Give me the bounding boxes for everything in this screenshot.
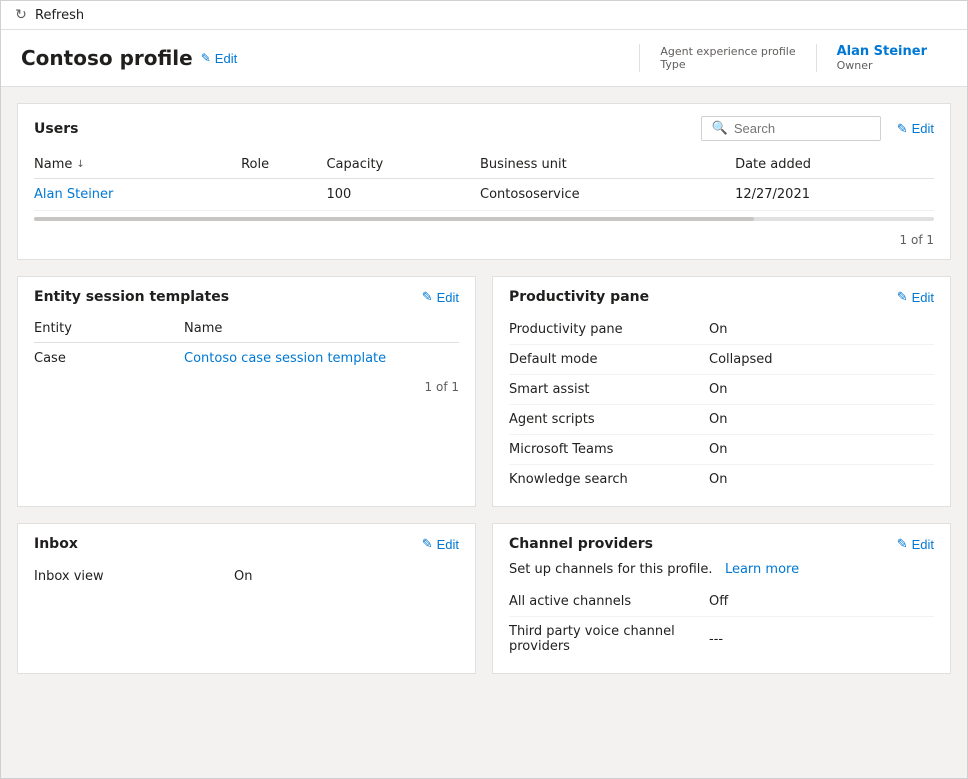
- profile-title: Contoso profile: [21, 46, 193, 70]
- inbox-header: Inbox ✎ Edit: [34, 536, 459, 552]
- user-date-added: 12/27/2021: [735, 179, 934, 211]
- channel-providers-panel: Channel providers ✎ Edit Set up channels…: [492, 523, 951, 674]
- prop-row-2: Smart assist On: [509, 375, 934, 405]
- user-capacity: 100: [326, 179, 480, 211]
- owner-label: Owner: [837, 59, 927, 72]
- scrollbar-area[interactable]: [34, 217, 934, 221]
- two-col-middle: Entity session templates ✎ Edit Entity N…: [17, 276, 951, 507]
- col-role: Role: [241, 151, 326, 179]
- entity-table: Entity Name Case Contoso case session te…: [34, 315, 459, 374]
- channel-providers-header: Channel providers ✎ Edit: [509, 536, 934, 552]
- top-bar: ↻ Refresh: [1, 1, 967, 30]
- col-date-added: Date added: [735, 151, 934, 179]
- owner-value: Alan Steiner: [837, 44, 927, 59]
- users-section: Users 🔍 ✎ Edit: [17, 103, 951, 260]
- user-name-link[interactable]: Alan Steiner: [34, 187, 113, 202]
- inbox-props: Inbox view On: [34, 562, 459, 591]
- refresh-label[interactable]: Refresh: [35, 8, 84, 23]
- productivity-pane-edit-button[interactable]: ✎ Edit: [897, 289, 934, 305]
- user-role: [241, 179, 326, 211]
- entity-session-title: Entity session templates: [34, 289, 229, 305]
- productivity-pane-header: Productivity pane ✎ Edit: [509, 289, 934, 305]
- channel-props: All active channels Off Third party voic…: [509, 587, 934, 661]
- entity-col-entity: Entity: [34, 315, 184, 343]
- users-search-box[interactable]: 🔍: [701, 116, 881, 141]
- channel-prop-row-0: All active channels Off: [509, 587, 934, 617]
- learn-more-link[interactable]: Learn more: [725, 562, 799, 577]
- channel-providers-edit-button[interactable]: ✎ Edit: [897, 536, 934, 552]
- table-row: Alan Steiner 100 Contososervice 12/27/20…: [34, 179, 934, 211]
- owner-meta-block: Alan Steiner Owner: [816, 44, 947, 72]
- search-input[interactable]: [734, 121, 870, 136]
- channel-prop-row-1: Third party voice channel providers ---: [509, 617, 934, 661]
- prop-row-1: Default mode Collapsed: [509, 345, 934, 375]
- users-table: Name ↓ Role Capacity Business unit Date …: [34, 151, 934, 211]
- entity-session-edit-button[interactable]: ✎ Edit: [422, 289, 459, 305]
- entity-pagination: 1 of 1: [34, 374, 459, 394]
- users-edit-button[interactable]: ✎ Edit: [897, 121, 934, 137]
- search-icon: 🔍: [712, 121, 728, 136]
- entity-entity: Case: [34, 343, 184, 375]
- entity-session-panel: Entity session templates ✎ Edit Entity N…: [17, 276, 476, 507]
- edit-icon-users: ✎: [897, 121, 908, 137]
- inbox-panel: Inbox ✎ Edit Inbox view On: [17, 523, 476, 674]
- header-meta: Agent experience profile Type Alan Stein…: [639, 44, 947, 72]
- entity-col-name: Name: [184, 315, 459, 343]
- edit-icon-productivity: ✎: [897, 289, 908, 305]
- profile-edit-label: Edit: [215, 51, 237, 66]
- edit-icon: ✎: [201, 51, 211, 65]
- col-name: Name ↓: [34, 151, 241, 179]
- productivity-pane-title: Productivity pane: [509, 289, 649, 305]
- profile-title-area: Contoso profile ✎ Edit: [21, 44, 619, 72]
- channel-desc: Set up channels for this profile. Learn …: [509, 562, 934, 577]
- prop-row-4: Microsoft Teams On: [509, 435, 934, 465]
- productivity-props: Productivity pane On Default mode Collap…: [509, 315, 934, 494]
- users-section-header: Users 🔍 ✎ Edit: [34, 116, 934, 141]
- users-actions: 🔍 ✎ Edit: [701, 116, 934, 141]
- sort-icon: ↓: [76, 159, 84, 170]
- type-meta-block: Agent experience profile Type: [639, 44, 815, 72]
- entity-name-link[interactable]: Contoso case session template: [184, 351, 386, 366]
- edit-icon-entity: ✎: [422, 289, 433, 305]
- main-content: Users 🔍 ✎ Edit: [1, 87, 967, 778]
- productivity-pane-panel: Productivity pane ✎ Edit Productivity pa…: [492, 276, 951, 507]
- scrollbar-thumb: [34, 217, 754, 221]
- edit-icon-channel: ✎: [897, 536, 908, 552]
- user-business-unit: Contososervice: [480, 179, 735, 211]
- prop-row-5: Knowledge search On: [509, 465, 934, 494]
- refresh-icon[interactable]: ↻: [13, 7, 29, 23]
- col-capacity: Capacity: [326, 151, 480, 179]
- col-business-unit: Business unit: [480, 151, 735, 179]
- inbox-title: Inbox: [34, 536, 78, 552]
- prop-row-0: Productivity pane On: [509, 315, 934, 345]
- type-label: Agent experience profile: [660, 45, 795, 58]
- inbox-prop-row-0: Inbox view On: [34, 562, 459, 591]
- entity-session-header: Entity session templates ✎ Edit: [34, 289, 459, 305]
- channel-providers-title: Channel providers: [509, 536, 653, 552]
- two-col-bottom: Inbox ✎ Edit Inbox view On Channel provi: [17, 523, 951, 674]
- users-title: Users: [34, 121, 78, 137]
- edit-icon-inbox: ✎: [422, 536, 433, 552]
- header-section: Contoso profile ✎ Edit Agent experience …: [1, 30, 967, 87]
- inbox-edit-button[interactable]: ✎ Edit: [422, 536, 459, 552]
- type-sub-label: Type: [660, 58, 795, 71]
- prop-row-3: Agent scripts On: [509, 405, 934, 435]
- users-edit-label: Edit: [912, 121, 934, 136]
- profile-edit-button[interactable]: ✎ Edit: [201, 51, 237, 66]
- users-pagination: 1 of 1: [34, 227, 934, 247]
- entity-row: Case Contoso case session template: [34, 343, 459, 375]
